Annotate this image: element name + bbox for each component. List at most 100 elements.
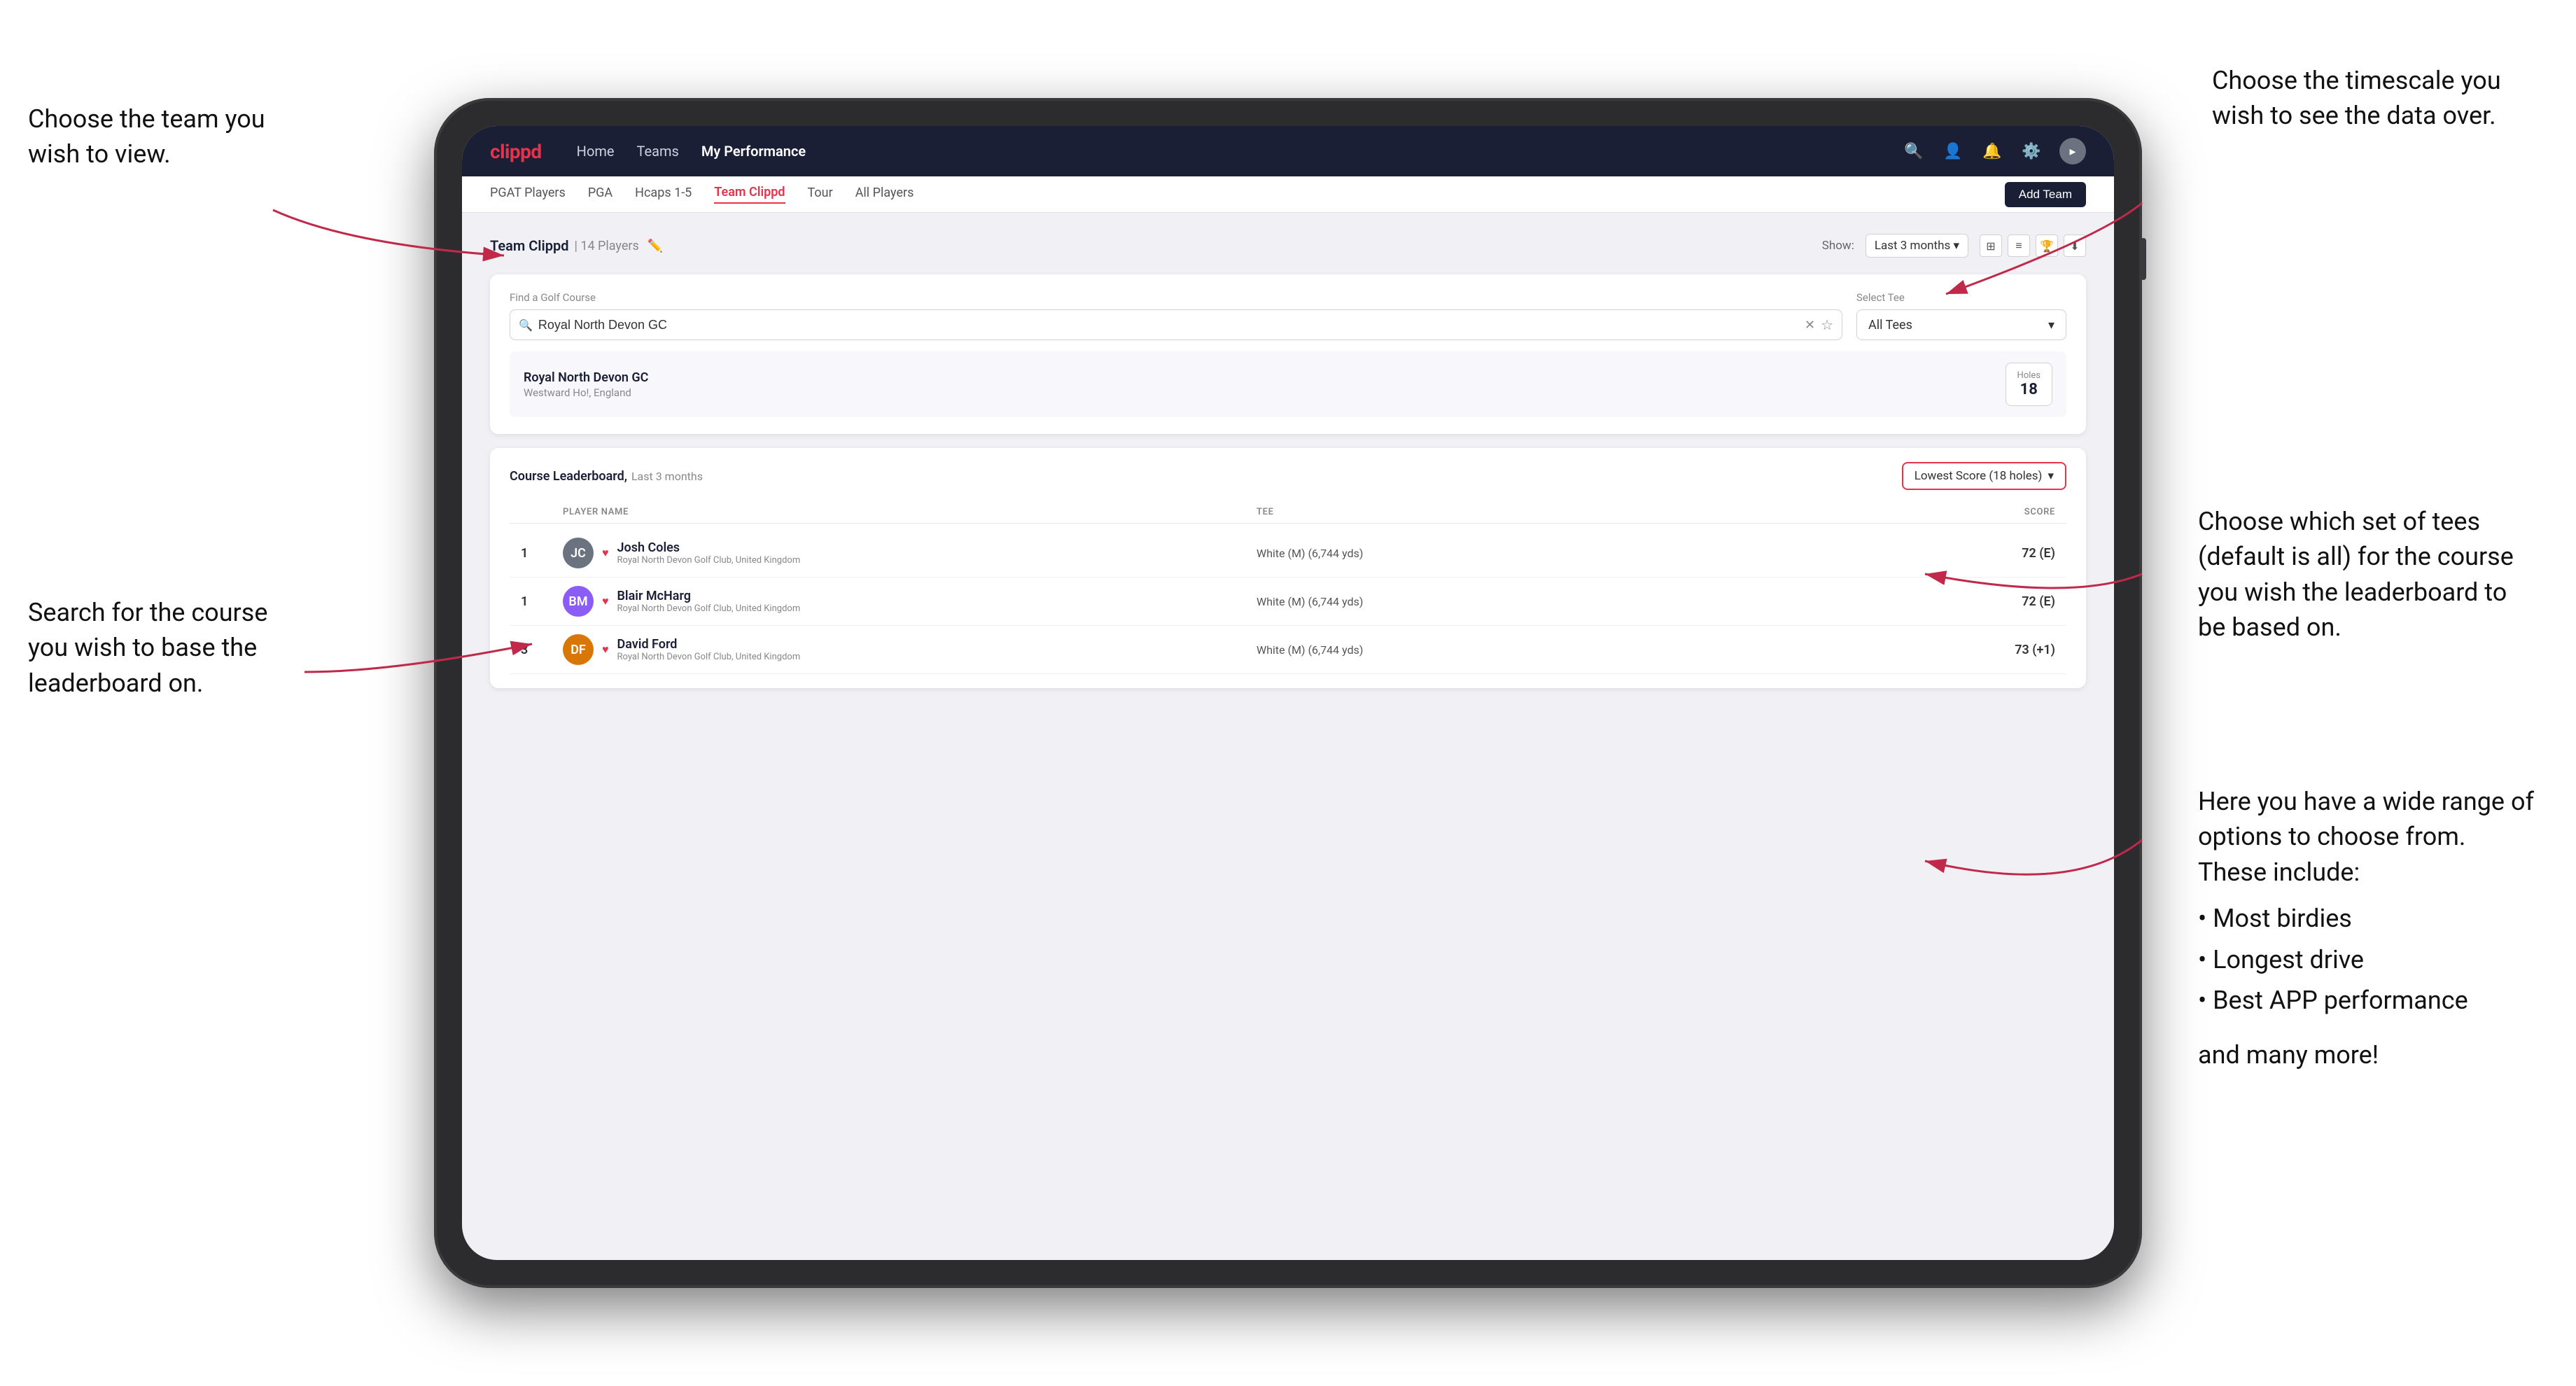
nav-home[interactable]: Home <box>577 143 615 160</box>
bullet-2: Longest drive <box>2198 939 2534 980</box>
search-icon[interactable]: 🔍 <box>1903 140 1925 162</box>
view-icons: ⊞ ≡ 🏆 ⬇ <box>1980 234 2086 257</box>
search-magnify-icon: 🔍 <box>519 318 533 332</box>
course-search-input[interactable] <box>538 318 1805 332</box>
player-club-2: Royal North Devon Golf Club, United King… <box>617 603 801 614</box>
tab-team-clippd[interactable]: Team Clippd <box>714 185 785 204</box>
player-name-1: Josh Coles <box>617 540 801 555</box>
nav-links: Home Teams My Performance <box>577 143 806 160</box>
heart-icon-1[interactable]: ♥ <box>602 546 609 560</box>
annotation-mid-right: Choose which set of tees (default is all… <box>2198 504 2534 645</box>
col-score: SCORE <box>1950 507 2055 517</box>
and-more: and many more! <box>2198 1037 2534 1072</box>
bullet-3: Best APP performance <box>2198 980 2534 1021</box>
score-value-3: 73 (+1) <box>1950 643 2055 657</box>
col-tee: TEE <box>1256 507 1950 517</box>
leaderboard-title: Course Leaderboard, <box>510 469 627 484</box>
tab-tour[interactable]: Tour <box>808 186 833 203</box>
player-club-1: Royal North Devon Golf Club, United King… <box>617 555 801 566</box>
grid-view-icon[interactable]: ⊞ <box>1980 234 2002 257</box>
side-button <box>2141 238 2146 280</box>
trophy-icon[interactable]: 🏆 <box>2036 234 2058 257</box>
player-rank-1: 1 <box>521 546 563 561</box>
course-result: Royal North Devon GC Westward Ho!, Engla… <box>510 351 2066 417</box>
find-course-label: Find a Golf Course <box>510 291 1842 304</box>
player-info-1: JC ♥ Josh Coles Royal North Devon Golf C… <box>563 538 1256 568</box>
users-icon[interactable]: 👤 <box>1942 140 1964 162</box>
player-name-cell-3: David Ford Royal North Devon Golf Club, … <box>617 637 801 662</box>
show-select[interactable]: Last 3 months ▾ <box>1865 234 1968 258</box>
table-header: PLAYER NAME TEE SCORE <box>510 501 2066 524</box>
annotation-top-right: Choose the timescale you wish to see the… <box>2212 63 2534 134</box>
col-rank <box>521 507 563 517</box>
select-tee-group: Select Tee All Tees ▾ <box>1856 291 2066 340</box>
list-view-icon[interactable]: ≡ <box>2008 234 2030 257</box>
tee-info-1: White (M) (6,744 yds) <box>1256 547 1950 560</box>
score-value-1: 72 (E) <box>1950 546 2055 561</box>
edit-icon[interactable]: ✏️ <box>648 239 663 253</box>
tab-hcaps[interactable]: Hcaps 1-5 <box>635 186 692 203</box>
search-panel: Find a Golf Course 🔍 ✕ ☆ Select Tee All … <box>490 274 2086 434</box>
score-select-dropdown[interactable]: Lowest Score (18 holes) ▾ <box>1902 462 2066 490</box>
settings-icon[interactable]: ⚙️ <box>2020 140 2043 162</box>
select-tee-label: Select Tee <box>1856 291 2066 304</box>
annotation-bottom-right: Here you have a wide range of options to… <box>2198 784 2534 1073</box>
nav-teams[interactable]: Teams <box>637 143 679 160</box>
team-name: Team Clippd <box>490 237 568 254</box>
content-area: Team Clippd | 14 Players ✏️ Show: Last 3… <box>462 213 2114 709</box>
tab-pgat-players[interactable]: PGAT Players <box>490 186 566 203</box>
score-value-2: 72 (E) <box>1950 594 2055 609</box>
player-avatar-2: BM <box>563 586 594 617</box>
search-input-wrap: 🔍 ✕ ☆ <box>510 309 1842 340</box>
player-club-3: Royal North Devon Golf Club, United King… <box>617 652 801 662</box>
annotation-mid-left: Search for the course you wish to base t… <box>28 595 294 701</box>
tablet-screen: clippd Home Teams My Performance 🔍 👤 🔔 ⚙… <box>462 126 2114 1260</box>
clear-search-button[interactable]: ✕ <box>1805 318 1815 332</box>
tab-all-players[interactable]: All Players <box>855 186 914 203</box>
heart-icon-3[interactable]: ♥ <box>602 643 609 657</box>
player-rank-3: 3 <box>521 643 563 657</box>
leaderboard-header: Course Leaderboard, Last 3 months Lowest… <box>510 462 2066 490</box>
nav-bar: clippd Home Teams My Performance 🔍 👤 🔔 ⚙… <box>462 126 2114 176</box>
favorite-button[interactable]: ☆ <box>1821 316 1833 334</box>
holes-number: 18 <box>2017 381 2040 398</box>
heart-icon-2[interactable]: ♥ <box>602 594 609 608</box>
leaderboard-subtitle: Last 3 months <box>631 470 703 483</box>
nav-right: 🔍 👤 🔔 ⚙️ ▸ <box>1903 138 2086 164</box>
course-location: Westward Ho!, England <box>524 386 648 399</box>
player-avatar-3: DF <box>563 634 594 665</box>
table-row: 1 BM ♥ Blair McHarg Royal North Devon Go… <box>510 578 2066 626</box>
tee-select-dropdown[interactable]: All Tees ▾ <box>1856 309 2066 340</box>
player-name-cell-2: Blair McHarg Royal North Devon Golf Club… <box>617 589 801 614</box>
download-icon[interactable]: ⬇ <box>2064 234 2086 257</box>
chevron-down-icon: ▾ <box>2048 318 2054 332</box>
table-row: 1 JC ♥ Josh Coles Royal North Devon Golf… <box>510 529 2066 578</box>
col-player: PLAYER NAME <box>563 507 1256 517</box>
tee-info-2: White (M) (6,744 yds) <box>1256 595 1950 608</box>
tablet-device: clippd Home Teams My Performance 🔍 👤 🔔 ⚙… <box>434 98 2142 1288</box>
player-avatar-1: JC <box>563 538 594 568</box>
bell-icon[interactable]: 🔔 <box>1981 140 2003 162</box>
course-name: Royal North Devon GC <box>524 370 648 385</box>
player-name-2: Blair McHarg <box>617 589 801 603</box>
player-info-3: DF ♥ David Ford Royal North Devon Golf C… <box>563 634 1256 665</box>
content-header: Team Clippd | 14 Players ✏️ Show: Last 3… <box>490 234 2086 258</box>
tab-bar: PGAT Players PGA Hcaps 1-5 Team Clippd T… <box>462 176 2114 213</box>
show-label: Show: <box>1822 239 1854 253</box>
logo: clippd <box>490 140 542 163</box>
table-row: 3 DF ♥ David Ford Royal North Devon Golf… <box>510 626 2066 674</box>
annotation-top-left: Choose the team you wish to view. <box>28 102 294 172</box>
avatar[interactable]: ▸ <box>2059 138 2086 164</box>
score-chevron-icon: ▾ <box>2047 469 2054 483</box>
holes-badge: Holes 18 <box>2005 363 2052 406</box>
course-search-group: Find a Golf Course 🔍 ✕ ☆ <box>510 291 1842 340</box>
header-right: Show: Last 3 months ▾ ⊞ ≡ 🏆 ⬇ <box>1822 234 2086 258</box>
nav-my-performance[interactable]: My Performance <box>701 143 806 160</box>
add-team-button[interactable]: Add Team <box>2005 182 2086 207</box>
bullet-1: Most birdies <box>2198 898 2534 939</box>
search-row: Find a Golf Course 🔍 ✕ ☆ Select Tee All … <box>510 291 2066 340</box>
bullet-list: Most birdies Longest drive Best APP perf… <box>2198 898 2534 1021</box>
player-name-cell-1: Josh Coles Royal North Devon Golf Club, … <box>617 540 801 566</box>
leaderboard-panel: Course Leaderboard, Last 3 months Lowest… <box>490 448 2086 688</box>
tab-pga[interactable]: PGA <box>588 186 612 203</box>
